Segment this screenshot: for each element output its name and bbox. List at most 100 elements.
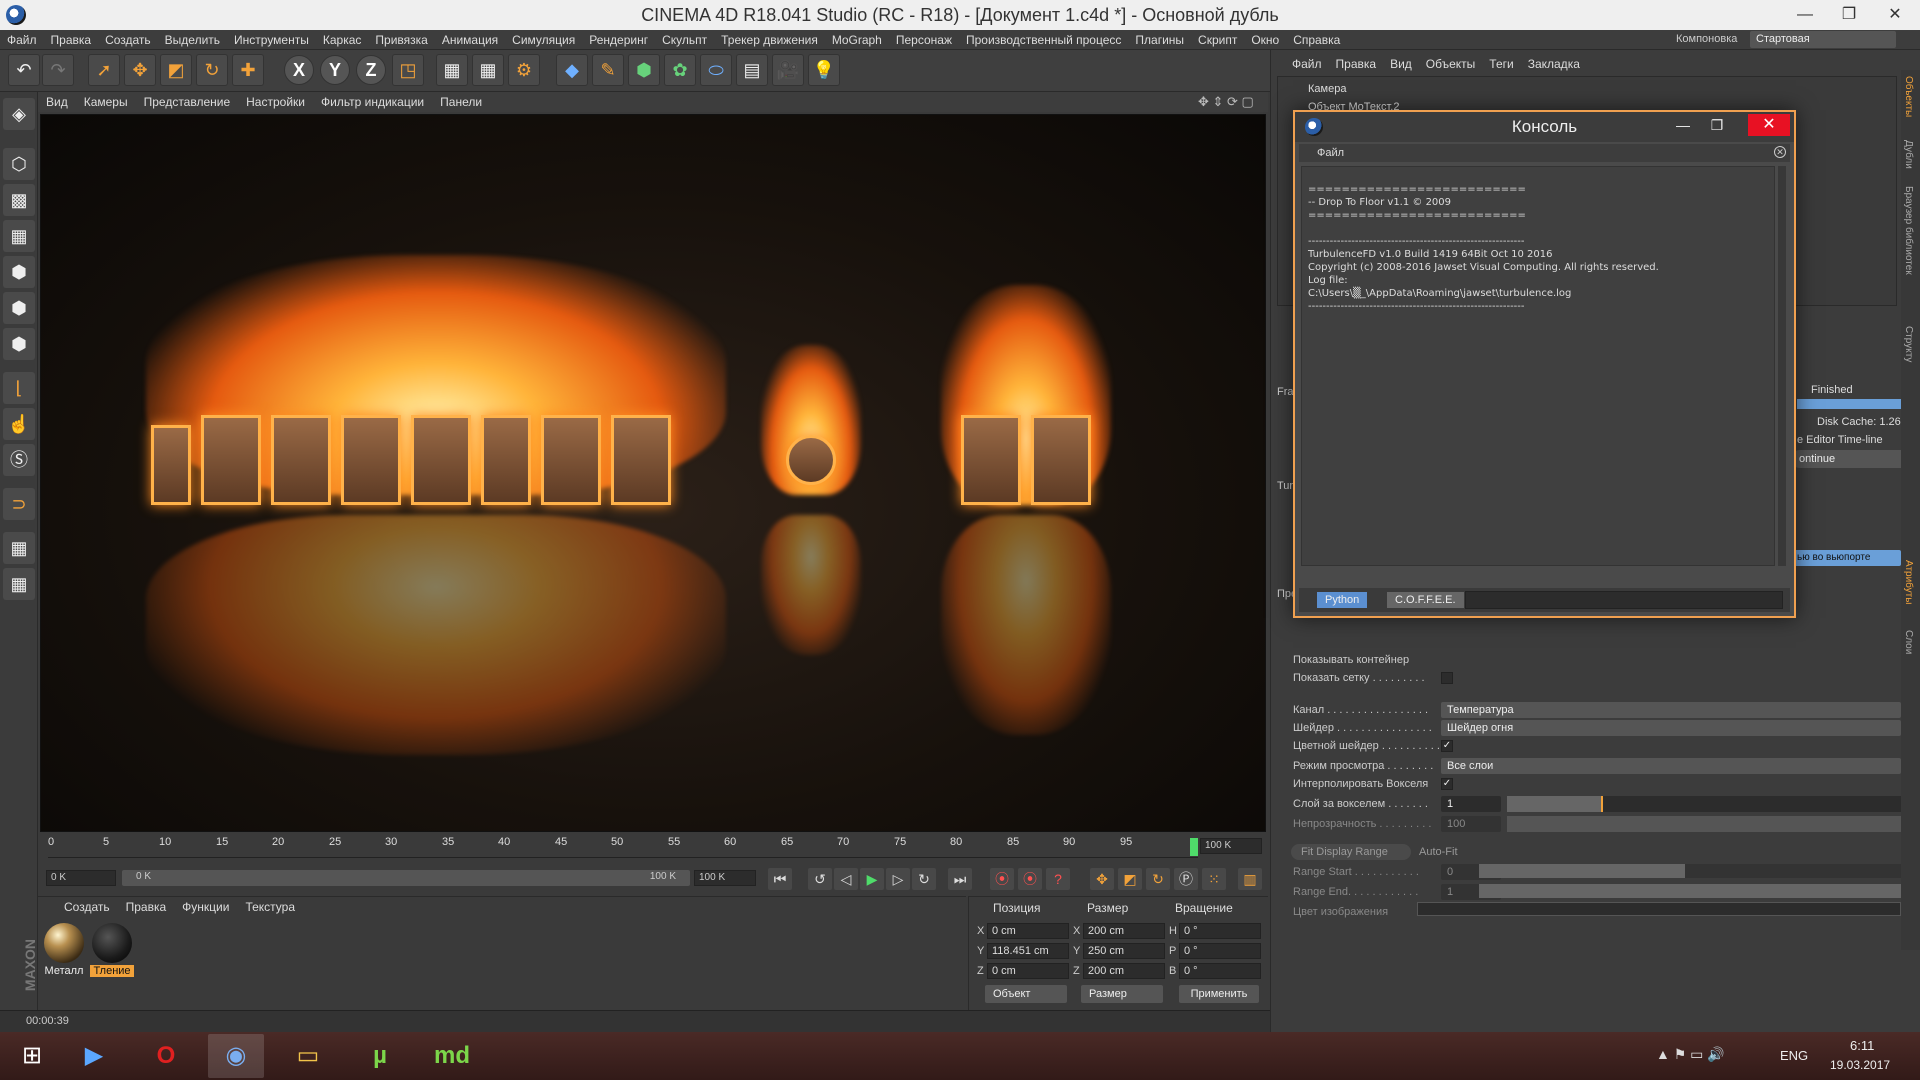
size-x-field[interactable]: 200 cm bbox=[1083, 923, 1165, 939]
camera-icon[interactable]: 🎥 bbox=[772, 54, 804, 86]
continue-button[interactable]: ontinue bbox=[1791, 450, 1917, 468]
preview-range-slider[interactable]: 0 K 100 K bbox=[122, 870, 690, 886]
magnet-icon[interactable]: ⊃ bbox=[3, 488, 35, 520]
next-key-icon[interactable]: ↻ bbox=[912, 868, 936, 890]
rotate-tool-icon[interactable]: ↻ bbox=[196, 54, 228, 86]
menu-create[interactable]: Создать bbox=[98, 30, 158, 50]
grid-icon[interactable]: ▦ bbox=[3, 568, 35, 600]
tray-language[interactable]: ENG bbox=[1780, 1048, 1808, 1063]
size-z-field[interactable]: 200 cm bbox=[1083, 963, 1165, 979]
menu-select[interactable]: Выделить bbox=[158, 30, 227, 50]
menu-render[interactable]: Рендеринг bbox=[582, 30, 655, 50]
prev-frame-icon[interactable]: ◁ bbox=[834, 868, 858, 890]
axis-mode-icon[interactable]: ⌊ bbox=[3, 372, 35, 404]
key-param-icon[interactable]: Ⓟ bbox=[1174, 868, 1198, 890]
maximize-button[interactable]: ❐ bbox=[1826, 0, 1872, 30]
z-axis-lock-icon[interactable]: Z bbox=[356, 55, 386, 85]
size-y-field[interactable]: 250 cm bbox=[1083, 943, 1165, 959]
color-shader-checkbox[interactable]: ✓ bbox=[1441, 740, 1453, 752]
menu-tools[interactable]: Инструменты bbox=[227, 30, 316, 50]
viewport-menu-panels[interactable]: Панели bbox=[432, 92, 490, 112]
obj-menu-view[interactable]: Вид bbox=[1383, 54, 1419, 74]
goto-end-icon[interactable]: ⏭ bbox=[948, 868, 972, 890]
side-tab-browser[interactable]: Браузер библиотек bbox=[1903, 186, 1914, 275]
range-end-slider[interactable] bbox=[1479, 884, 1901, 898]
obj-menu-edit[interactable]: Правка bbox=[1329, 54, 1384, 74]
play-icon[interactable]: ▶ bbox=[860, 868, 884, 890]
md-app-icon[interactable]: md bbox=[424, 1034, 480, 1078]
side-tab-structure[interactable]: Структу bbox=[1903, 326, 1914, 362]
make-editable-icon[interactable]: ◈ bbox=[3, 98, 35, 130]
end-frame-field[interactable]: 100 K bbox=[1200, 838, 1262, 854]
rot-h-field[interactable]: 0 ° bbox=[1179, 923, 1261, 939]
start-frame-field[interactable]: 0 K bbox=[46, 870, 116, 886]
opacity-field[interactable]: 100 bbox=[1441, 816, 1501, 832]
pen-spline-icon[interactable]: ✎ bbox=[592, 54, 624, 86]
material-menu-create[interactable]: Создать bbox=[56, 897, 118, 917]
menu-sculpt[interactable]: Скульпт bbox=[655, 30, 714, 50]
console-tab-python[interactable]: Python bbox=[1317, 592, 1368, 608]
pos-y-field[interactable]: 118.451 cm bbox=[987, 943, 1069, 959]
tweak-mode-icon[interactable]: ☝ bbox=[3, 408, 35, 440]
material-menu-edit[interactable]: Правка bbox=[118, 897, 175, 917]
side-tab-attributes[interactable]: Атрибуты bbox=[1903, 560, 1914, 604]
timeline-window-icon[interactable]: ▥ bbox=[1238, 868, 1262, 890]
max-frame-field[interactable]: 100 K bbox=[694, 870, 756, 886]
render-view-icon[interactable]: ▦ bbox=[436, 54, 468, 86]
rot-b-field[interactable]: 0 ° bbox=[1179, 963, 1261, 979]
side-tab-takes[interactable]: Дубли bbox=[1903, 140, 1914, 169]
key-rotation-icon[interactable]: ↻ bbox=[1146, 868, 1170, 890]
tray-date[interactable]: 19.03.2017 bbox=[1830, 1058, 1890, 1072]
floor-scene-icon[interactable]: ▤ bbox=[736, 54, 768, 86]
viewport-nav-icons[interactable]: ✥ ⇕ ⟳ ▢ bbox=[1198, 94, 1254, 110]
viewport-render[interactable] bbox=[40, 114, 1266, 832]
obj-menu-tags[interactable]: Теги bbox=[1482, 54, 1520, 74]
console-maximize-button[interactable]: ❐ bbox=[1702, 114, 1732, 136]
menu-pipeline[interactable]: Производственный процесс bbox=[959, 30, 1128, 50]
close-button[interactable]: ✕ bbox=[1872, 0, 1918, 30]
deformer-icon[interactable]: ⬭ bbox=[700, 54, 732, 86]
x-axis-lock-icon[interactable]: X bbox=[284, 55, 314, 85]
console-command-input[interactable] bbox=[1465, 591, 1783, 609]
menu-animate[interactable]: Анимация bbox=[435, 30, 505, 50]
material-metal[interactable]: Металл bbox=[42, 923, 86, 977]
cinema4d-taskbar-icon[interactable]: ◉ bbox=[208, 1034, 264, 1078]
menu-edit[interactable]: Правка bbox=[44, 30, 99, 50]
console-minimize-button[interactable]: — bbox=[1668, 114, 1698, 136]
material-smolder[interactable]: Тление bbox=[90, 923, 134, 977]
viewport-menu-display[interactable]: Представление bbox=[136, 92, 239, 112]
viewport-menu-options[interactable]: Настройки bbox=[238, 92, 313, 112]
keyframe-selection-icon[interactable]: ? bbox=[1046, 868, 1070, 890]
console-panel-close-icon[interactable]: ✕ bbox=[1774, 146, 1786, 158]
goto-start-icon[interactable]: ⏮ bbox=[768, 868, 792, 890]
menu-mesh[interactable]: Каркас bbox=[316, 30, 369, 50]
polygons-mode-icon[interactable]: ⬢ bbox=[3, 328, 35, 360]
rot-p-field[interactable]: 0 ° bbox=[1179, 943, 1261, 959]
edges-mode-icon[interactable]: ⬢ bbox=[3, 292, 35, 324]
tray-icons[interactable]: ▲ ⚑ ▭ 🔊 bbox=[1656, 1046, 1725, 1063]
interpolate-voxels-checkbox[interactable]: ✓ bbox=[1441, 778, 1453, 790]
opacity-slider[interactable] bbox=[1507, 816, 1901, 832]
key-pla-icon[interactable]: ⁙ bbox=[1202, 868, 1226, 890]
prev-key-icon[interactable]: ↺ bbox=[808, 868, 832, 890]
menu-simulate[interactable]: Симуляция bbox=[505, 30, 582, 50]
workplane-lock-icon[interactable]: ▦ bbox=[3, 532, 35, 564]
range-start-slider[interactable] bbox=[1479, 864, 1901, 878]
timeline-ruler[interactable]: 0 5 10 15 20 25 30 35 40 45 50 55 60 65 … bbox=[48, 836, 1198, 858]
tray-time[interactable]: 6:11 bbox=[1850, 1038, 1874, 1053]
obj-menu-bookmarks[interactable]: Закладка bbox=[1521, 54, 1587, 74]
redo-icon[interactable]: ↷ bbox=[42, 54, 74, 86]
fit-display-range-button[interactable]: Fit Display Range bbox=[1291, 844, 1411, 860]
viewport-menu-cameras[interactable]: Камеры bbox=[76, 92, 136, 112]
key-position-icon[interactable]: ✥ bbox=[1090, 868, 1114, 890]
console-tab-coffee[interactable]: C.O.F.F.E.E. bbox=[1387, 592, 1464, 608]
pos-x-field[interactable]: 0 cm bbox=[987, 923, 1069, 939]
console-titlebar[interactable]: Консоль — ❐ ✕ bbox=[1295, 112, 1794, 142]
voxel-layer-field[interactable]: 1 bbox=[1441, 796, 1501, 812]
menu-snap[interactable]: Привязка bbox=[368, 30, 434, 50]
menu-character[interactable]: Персонаж bbox=[889, 30, 959, 50]
windows-start-icon[interactable]: ⊞ bbox=[4, 1034, 60, 1078]
view-mode-dropdown[interactable]: Все слои bbox=[1441, 758, 1901, 774]
viewport-menu-view[interactable]: Вид bbox=[38, 92, 76, 112]
render-picture-viewer-icon[interactable]: ▦ bbox=[472, 54, 504, 86]
